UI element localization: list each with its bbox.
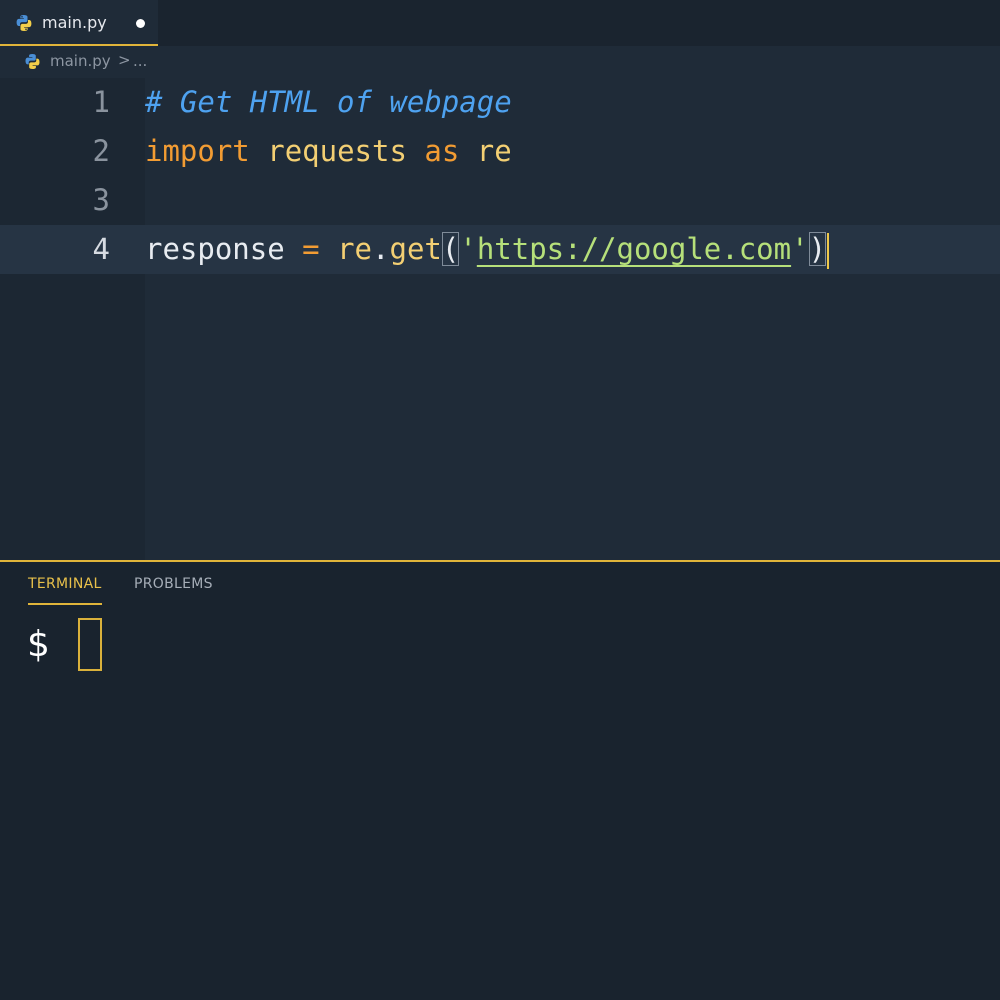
tab-bar: main.py — [0, 0, 1000, 46]
open-paren: ( — [441, 232, 460, 266]
text-caret — [827, 233, 830, 269]
code-text[interactable]: response = re.get('https://google.com') — [145, 225, 830, 274]
object-name: re — [337, 232, 373, 266]
terminal-cursor[interactable] — [78, 618, 102, 671]
comment-token: # Get HTML of webpage — [145, 85, 512, 119]
alias-name: re — [476, 134, 512, 168]
line-number: 2 — [92, 134, 110, 168]
breadcrumb-file[interactable]: main.py — [50, 52, 111, 70]
module-name: requests — [267, 134, 407, 168]
keyword-import: import — [145, 134, 250, 168]
tab-problems[interactable]: PROBLEMS — [134, 576, 213, 592]
code-text[interactable]: # Get HTML of webpage — [145, 78, 512, 127]
unsaved-dot-icon[interactable] — [136, 19, 145, 28]
line-number: 1 — [92, 85, 110, 119]
code-editor-window: main.py main.py > ... 1 # Get HTML of we… — [0, 0, 1000, 1000]
dot-operator: . — [372, 232, 390, 266]
assign-operator: = — [302, 232, 320, 266]
line-number: 4 — [92, 232, 110, 266]
breadcrumb: main.py > ... — [0, 46, 1000, 78]
code-line-3[interactable]: 3 — [0, 176, 1000, 225]
close-paren: ) — [808, 232, 827, 266]
breadcrumb-symbols[interactable]: ... — [133, 52, 147, 70]
string-quote: ' — [459, 232, 477, 266]
code-line-2[interactable]: 2 import requests as re — [0, 127, 1000, 176]
code-line-1[interactable]: 1 # Get HTML of webpage — [0, 78, 1000, 127]
method-name: get — [389, 232, 442, 266]
string-quote: ' — [791, 232, 809, 266]
editor-area[interactable]: 1 # Get HTML of webpage 2 import request… — [0, 78, 1000, 560]
code-line-4[interactable]: 4 response = re.get('https://google.com'… — [0, 225, 1000, 274]
bottom-panel: TERMINAL PROBLEMS $ — [0, 560, 1000, 1000]
terminal-prompt: $ — [27, 624, 50, 665]
breadcrumb-separator: > — [118, 51, 131, 69]
tab-main-py[interactable]: main.py — [0, 0, 158, 46]
variable-name: response — [145, 232, 285, 266]
python-icon — [24, 53, 41, 74]
line-number: 3 — [92, 183, 110, 217]
tab-label: main.py — [42, 13, 107, 32]
code-text[interactable]: import requests as re — [145, 127, 512, 176]
python-icon — [15, 14, 33, 36]
url-link[interactable]: https://google.com — [477, 232, 791, 266]
tab-terminal[interactable]: TERMINAL — [28, 576, 102, 605]
keyword-as: as — [424, 134, 460, 168]
